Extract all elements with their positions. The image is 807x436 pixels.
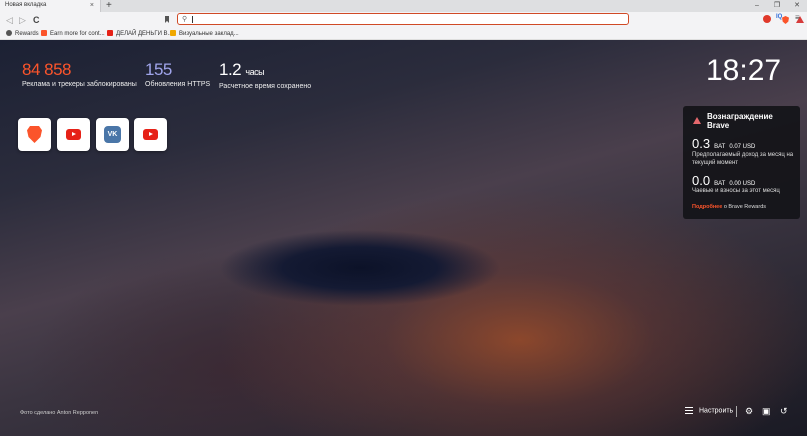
- bookmarks-icon[interactable]: ▣: [762, 406, 771, 416]
- bookmark-visual-bookmarks[interactable]: Визуальные заклад...: [170, 29, 239, 39]
- new-tab-page: 84 858 Реклама и трекеры заблокированы 1…: [0, 40, 807, 436]
- stat-unit: часы: [245, 67, 265, 77]
- stat-trackers-blocked: 84 858 Реклама и трекеры заблокированы: [22, 60, 137, 88]
- youtube-icon: [107, 30, 113, 37]
- bookmark-earn-more[interactable]: Earn more for cont...: [41, 29, 105, 39]
- clock: 18:27: [706, 54, 782, 87]
- bookmark-rewards[interactable]: Rewards: [6, 29, 39, 39]
- stat-https-upgrades: 155 Обновления HTTPS: [145, 60, 210, 88]
- top-site-tile-vk[interactable]: VK: [96, 118, 129, 151]
- stat-value: 155: [145, 60, 172, 79]
- bookmark-label: Rewards: [15, 31, 39, 37]
- bat-triangle-icon: [693, 117, 701, 124]
- bookmark-label: ДЕЛАЙ ДЕНЬГИ В...: [116, 31, 173, 37]
- reload-icon[interactable]: C: [33, 13, 40, 27]
- visual-bookmarks-icon: [170, 30, 176, 37]
- tips-amount: 0.0 BAT 0.00 USD: [692, 173, 755, 188]
- top-site-tile-youtube[interactable]: [57, 118, 90, 151]
- stat-label: Реклама и трекеры заблокированы: [22, 81, 137, 88]
- learn-more-link[interactable]: Подробнее: [692, 204, 722, 210]
- search-icon: ⚲: [182, 16, 188, 23]
- rewards-icon: [6, 30, 12, 37]
- customize-label: Настроить: [699, 407, 734, 415]
- customize-button[interactable]: Настроить: [685, 407, 733, 414]
- earnings-description: Предполагаемый доход за месяц на текущий…: [692, 152, 794, 166]
- address-bar[interactable]: ⚲: [177, 13, 804, 25]
- extension-icon[interactable]: [763, 15, 771, 23]
- back-icon[interactable]: ◁: [6, 13, 13, 27]
- stat-label: Обновления HTTPS: [145, 81, 211, 88]
- bookmark-label: Earn more for cont...: [50, 31, 105, 37]
- brave-icon: [41, 30, 47, 37]
- bookmarks-bar: Rewards Earn more for cont... ДЕЛАЙ ДЕНЬ…: [0, 28, 807, 40]
- brave-lion-icon: [27, 126, 42, 143]
- bookmark-label: Визуальные заклад...: [179, 31, 239, 37]
- top-site-tile-brave[interactable]: [18, 118, 51, 151]
- rewards-title: Вознаграждение Brave: [707, 112, 773, 130]
- earnings-unit: BAT: [714, 144, 726, 150]
- youtube-icon: [143, 129, 158, 140]
- maximize-icon[interactable]: ❐: [767, 0, 787, 12]
- settings-icon[interactable]: ⚙: [745, 406, 753, 416]
- learn-more-text: о Brave Rewards: [722, 204, 767, 210]
- earnings-value: 0.3: [692, 136, 711, 151]
- tab-strip: Новая вкладка × + – ❐ ✕: [0, 0, 807, 12]
- new-tab-button[interactable]: +: [106, 0, 112, 12]
- tab-new-tab[interactable]: Новая вкладка ×: [0, 0, 101, 12]
- stat-time-saved: 1.2 часы Расчетное время сохранено: [219, 60, 311, 90]
- estimated-earnings: 0.3 BAT 0.07 USD: [692, 136, 755, 151]
- stat-value: 1.2 часы: [219, 60, 311, 82]
- stat-label: Расчетное время сохранено: [219, 83, 312, 90]
- youtube-icon: [66, 129, 81, 140]
- forward-icon[interactable]: ▷: [19, 13, 26, 27]
- top-site-tile-youtube[interactable]: [134, 118, 167, 151]
- minimize-icon[interactable]: –: [747, 0, 767, 12]
- history-icon[interactable]: ↺: [780, 406, 788, 416]
- rewards-widget: Вознаграждение Brave 0.3 BAT 0.07 USD Пред…: [683, 106, 800, 219]
- footer-divider: [736, 406, 737, 417]
- tips-description: Чаевые и взносы за этот месяц: [692, 188, 780, 194]
- tab-title: Новая вкладка: [5, 2, 47, 8]
- menu-icon[interactable]: ≡: [795, 13, 800, 22]
- tips-value: 0.0: [692, 173, 711, 188]
- vk-icon: VK: [104, 126, 121, 143]
- earnings-usd: 0.07 USD: [729, 144, 756, 150]
- bookmark-youtube-channel[interactable]: ДЕЛАЙ ДЕНЬГИ В...: [107, 29, 173, 39]
- text-caret: [192, 16, 193, 23]
- extension-iq-icon[interactable]: IQ: [776, 14, 782, 20]
- close-tab-icon[interactable]: ×: [90, 1, 94, 11]
- photo-credit: Фото сделано Anton Repponen: [20, 410, 99, 416]
- customize-sliders-icon: [685, 407, 693, 414]
- rewards-learn-more: Подробнее о Brave Rewards: [692, 204, 766, 210]
- stat-number: 1.2: [219, 60, 242, 79]
- close-window-icon[interactable]: ✕: [787, 0, 807, 12]
- stat-value: 84 858: [22, 60, 71, 79]
